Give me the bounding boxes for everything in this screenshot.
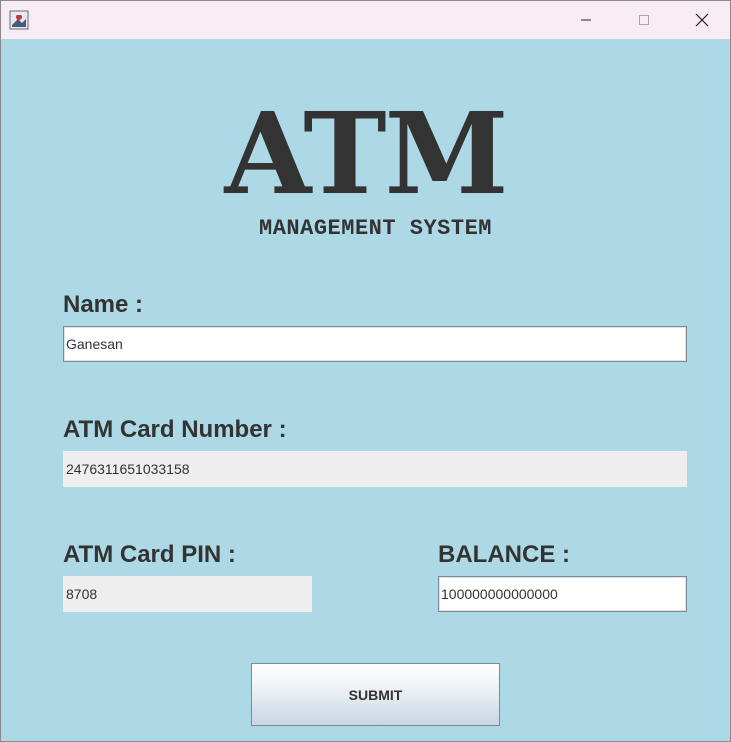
pin-field[interactable] [63,576,312,612]
minimize-icon [581,19,591,21]
pin-label: ATM Card PIN : [63,541,236,568]
maximize-icon [639,15,649,25]
card-number-label: ATM Card Number : [63,416,287,443]
name-label: Name : [63,291,144,318]
minimize-button[interactable] [557,1,615,39]
java-app-icon[interactable] [9,10,29,30]
balance-label: BALANCE : [438,541,570,568]
balance-input[interactable] [438,576,687,612]
title-bar[interactable] [1,1,730,39]
submit-button[interactable]: SUBMIT [251,663,500,726]
atm-window: ATM MANAGEMENT SYSTEM Name : ATM Card Nu… [0,0,731,742]
logo-subtitle: MANAGEMENT SYSTEM [259,216,492,241]
card-number-field[interactable] [63,451,687,487]
logo-title: ATM [224,89,508,220]
close-icon [695,13,709,27]
maximize-button[interactable] [615,1,673,39]
close-button[interactable] [673,1,730,39]
name-input[interactable] [63,326,687,362]
